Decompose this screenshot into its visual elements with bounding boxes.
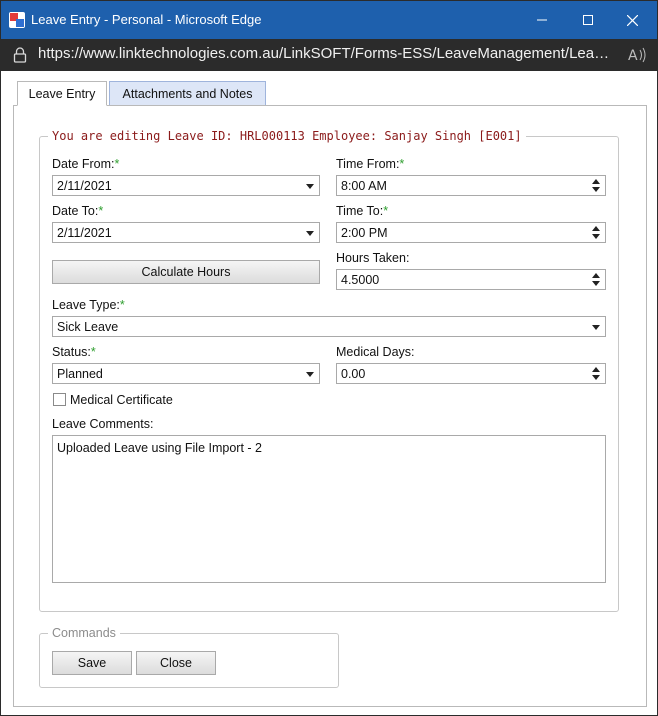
leave-type-label: Leave Type:* bbox=[52, 298, 125, 312]
edge-app-icon bbox=[9, 12, 25, 28]
required-marker: * bbox=[399, 157, 405, 171]
required-marker: * bbox=[114, 157, 120, 171]
leave-type-dropdown[interactable]: Sick Leave bbox=[52, 316, 606, 337]
medical-certificate-checkbox[interactable] bbox=[53, 393, 66, 406]
status-dropdown[interactable]: Planned bbox=[52, 363, 320, 384]
spinner-arrows-icon[interactable] bbox=[592, 367, 600, 381]
editing-legend: You are editing Leave ID: HRL000113 Empl… bbox=[48, 129, 526, 143]
browser-window: Leave Entry - Personal - Microsoft Edge … bbox=[0, 0, 658, 716]
tab-leave-entry[interactable]: Leave Entry bbox=[17, 81, 107, 106]
status-label: Status:* bbox=[52, 345, 96, 359]
svg-text:A: A bbox=[628, 48, 638, 64]
address-bar[interactable]: https://www.linktechnologies.com.au/Link… bbox=[1, 39, 657, 71]
minimize-icon bbox=[537, 19, 547, 21]
close-button[interactable]: Close bbox=[136, 651, 216, 675]
tab-attachments-and-notes[interactable]: Attachments and Notes bbox=[109, 81, 266, 106]
hours-taken-spinner[interactable]: 4.5000 bbox=[336, 269, 606, 290]
date-from-value: 2/11/2021 bbox=[57, 179, 112, 193]
maximize-button[interactable] bbox=[565, 1, 611, 39]
medical-days-label: Medical Days: bbox=[336, 345, 415, 359]
chevron-down-icon bbox=[306, 372, 314, 377]
time-to-value: 2:00 PM bbox=[341, 226, 388, 240]
spinner-arrows-icon[interactable] bbox=[592, 179, 600, 193]
spinner-arrows-icon[interactable] bbox=[592, 273, 600, 287]
url-text[interactable]: https://www.linktechnologies.com.au/Link… bbox=[38, 45, 616, 62]
time-to-spinner[interactable]: 2:00 PM bbox=[336, 222, 606, 243]
maximize-icon bbox=[583, 15, 593, 25]
chevron-down-icon bbox=[306, 184, 314, 189]
time-from-spinner[interactable]: 8:00 AM bbox=[336, 175, 606, 196]
time-from-label: Time From:* bbox=[336, 157, 405, 171]
commands-fieldset: Commands Save Close bbox=[39, 626, 339, 688]
save-button[interactable]: Save bbox=[52, 651, 132, 675]
date-from-label: Date From:* bbox=[52, 157, 120, 171]
leave-details-fieldset: You are editing Leave ID: HRL000113 Empl… bbox=[39, 129, 619, 612]
calculate-hours-button[interactable]: Calculate Hours bbox=[52, 260, 320, 284]
date-from-dropdown[interactable]: 2/11/2021 bbox=[52, 175, 320, 196]
read-aloud-icon[interactable]: A bbox=[627, 46, 647, 64]
time-from-value: 8:00 AM bbox=[341, 179, 387, 193]
chevron-down-icon bbox=[592, 325, 600, 330]
spinner-arrows-icon[interactable] bbox=[592, 226, 600, 240]
medical-days-spinner[interactable]: 0.00 bbox=[336, 363, 606, 384]
medical-days-value: 0.00 bbox=[341, 367, 366, 381]
commands-legend: Commands bbox=[48, 626, 120, 640]
leave-entry-panel: You are editing Leave ID: HRL000113 Empl… bbox=[13, 105, 647, 707]
leave-comments-textarea[interactable]: Uploaded Leave using File Import - 2 bbox=[52, 435, 606, 583]
close-window-button[interactable] bbox=[609, 1, 655, 39]
leave-type-value: Sick Leave bbox=[57, 320, 119, 334]
window-title: Leave Entry - Personal - Microsoft Edge bbox=[31, 12, 262, 27]
status-value: Planned bbox=[57, 367, 103, 381]
time-to-label: Time To:* bbox=[336, 204, 389, 218]
page-content: Leave Entry Attachments and Notes You ar… bbox=[1, 71, 657, 715]
date-to-value: 2/11/2021 bbox=[57, 226, 112, 240]
required-marker: * bbox=[90, 345, 96, 359]
minimize-button[interactable] bbox=[519, 1, 565, 39]
lock-icon[interactable] bbox=[13, 47, 27, 63]
hours-taken-value: 4.5000 bbox=[341, 273, 380, 287]
date-to-label: Date To:* bbox=[52, 204, 104, 218]
required-marker: * bbox=[383, 204, 389, 218]
leave-comments-label: Leave Comments: bbox=[52, 417, 154, 431]
required-marker: * bbox=[119, 298, 125, 312]
chevron-down-icon bbox=[306, 231, 314, 236]
medical-certificate-label[interactable]: Medical Certificate bbox=[70, 393, 173, 407]
date-to-dropdown[interactable]: 2/11/2021 bbox=[52, 222, 320, 243]
hours-taken-label: Hours Taken: bbox=[336, 251, 410, 265]
title-bar[interactable]: Leave Entry - Personal - Microsoft Edge bbox=[1, 1, 657, 39]
close-icon bbox=[626, 14, 638, 26]
required-marker: * bbox=[98, 204, 104, 218]
